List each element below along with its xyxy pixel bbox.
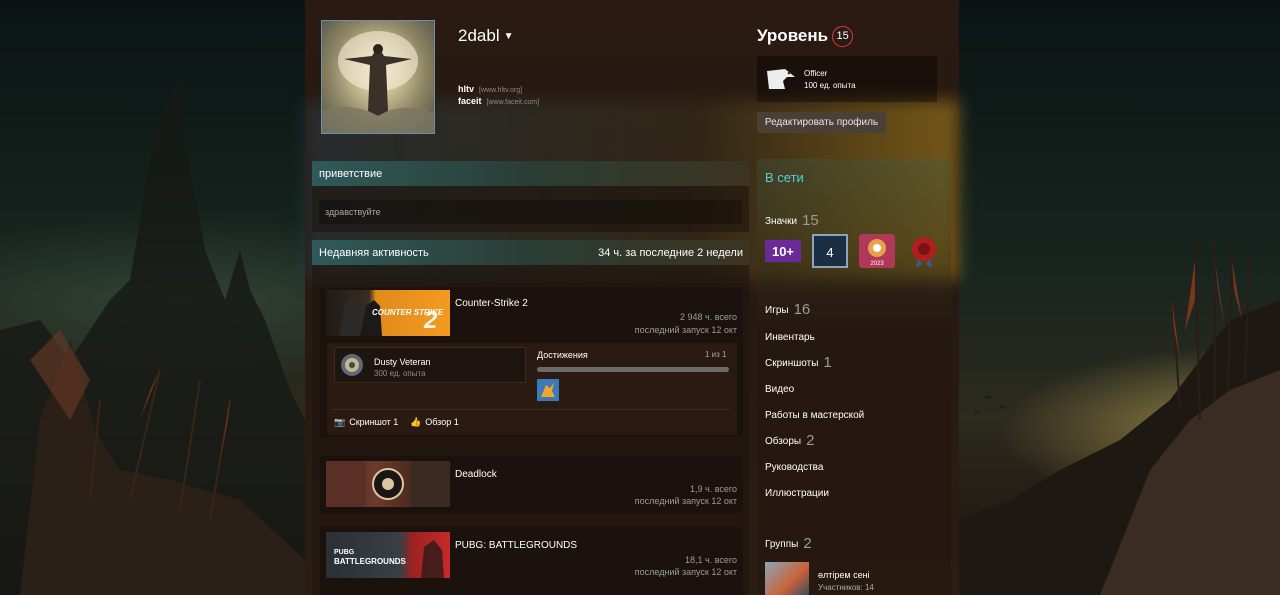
group-name[interactable]: өлтірем сені	[818, 570, 870, 580]
cs2-logo-number: 2	[423, 307, 438, 334]
badge-title: Officer	[804, 69, 828, 78]
game-name[interactable]: Counter-Strike 2	[455, 298, 528, 309]
game-capsule-cs2[interactable]: COUNTER STRIKE 2	[326, 290, 450, 336]
level-label: Уровень	[757, 26, 829, 45]
achievements-progress-bar	[537, 367, 729, 372]
group-avatar[interactable]	[765, 562, 809, 595]
veteran-badge-icon	[341, 354, 363, 376]
achievements-title[interactable]: Достижения	[537, 350, 588, 360]
featured-badge[interactable]: Officer 100 ед. опыта	[757, 56, 937, 102]
game-name[interactable]: Deadlock	[455, 469, 497, 480]
game-hours: 18,1 ч. всего	[685, 555, 737, 565]
divider	[331, 409, 729, 410]
screenshot-link[interactable]: 📷 Скриншот 1	[334, 417, 398, 428]
link-label: faceit	[458, 96, 482, 106]
level-4-icon[interactable]: 4	[812, 234, 848, 268]
thumbs-up-icon: 👍	[410, 417, 422, 427]
game-badge-xp: 300 ед. опыта	[374, 369, 426, 378]
sidebar-item-count: 2	[803, 535, 812, 552]
sidebar-item-workshop[interactable]: Работы в мастерской	[765, 410, 864, 421]
sidebar-item-label: Группы	[765, 539, 799, 550]
group-members: Участников: 14	[818, 583, 874, 592]
activity-header: Недавняя активность 34 ч. за последние 2…	[312, 240, 749, 265]
link-url: [www.faceit.com]	[486, 99, 540, 106]
eagle-icon	[767, 69, 795, 89]
game-last-played: последний запуск 12 окт	[634, 325, 737, 335]
avatar[interactable]	[321, 20, 435, 134]
achievements-count: 1 из 1	[705, 350, 727, 359]
sidebar-item-label: Обзоры	[765, 436, 802, 447]
sidebar-item-label: Видео	[765, 384, 795, 395]
profile-name[interactable]: 2dabl ▼	[458, 26, 514, 46]
game-last-played: последний запуск 12 окт	[634, 567, 737, 577]
sidebar-item-label: Работы в мастерской	[765, 410, 865, 421]
sidebar-item-count: 2	[806, 432, 815, 449]
sidebar-item-guides[interactable]: Руководства	[765, 462, 823, 473]
sidebar-item-inventory[interactable]: Инвентарь	[765, 332, 815, 343]
sidebar-item-label: Руководства	[765, 462, 824, 473]
game-name[interactable]: PUBG: BATTLEGROUNDS	[455, 540, 577, 551]
game-hours: 2 948 ч. всего	[680, 312, 737, 322]
profile-name-text: 2dabl	[458, 26, 500, 45]
sidebar-item-label: Иллюстрации	[765, 488, 829, 499]
sidebar-item-label: Инвентарь	[765, 332, 815, 343]
greeting-title: приветствие	[319, 168, 383, 180]
game-card-deadlock: Deadlock 1,9 ч. всего последний запуск 1…	[320, 456, 743, 513]
link-label: hltv	[458, 84, 475, 94]
game-card-pubg: PUBG BATTLEGROUNDS PUBG: BATTLEGROUNDS 1…	[320, 527, 743, 595]
sidebar-item-label: Значки	[765, 216, 798, 227]
greeting-header: приветствие	[312, 161, 749, 186]
game-badge-name: Dusty Veteran	[374, 357, 431, 367]
level-badge[interactable]: 15	[832, 26, 854, 48]
edit-profile-button[interactable]: Редактировать профиль	[757, 112, 886, 133]
level-heading: Уровень 15	[757, 26, 854, 48]
sidebar-item-reviews[interactable]: Обзоры 2	[765, 432, 814, 449]
sidebar-item-badges[interactable]: Значки 15	[765, 212, 819, 229]
profile-link-hltv[interactable]: hltv [www.hltv.org]	[458, 84, 522, 94]
sidebar-item-artwork[interactable]: Иллюстрации	[765, 488, 829, 499]
review-count: Обзор 1	[425, 417, 459, 427]
activity-title[interactable]: Недавняя активность	[319, 247, 429, 259]
sidebar-item-games[interactable]: Игры 16	[765, 301, 810, 318]
sidebar-item-count: 1	[823, 354, 832, 371]
camera-icon: 📷	[334, 417, 346, 427]
sidebar-item-groups[interactable]: Группы 2	[765, 535, 812, 552]
seal-award-icon[interactable]	[906, 234, 942, 268]
steam-2023-icon[interactable]: 2023	[859, 234, 895, 268]
link-url: [www.hltv.org]	[479, 87, 523, 94]
sidebar-item-label: Игры	[765, 305, 789, 316]
review-link[interactable]: 👍 Обзор 1	[410, 417, 459, 428]
game-last-played: последний запуск 12 окт	[634, 496, 737, 506]
game-capsule-pubg[interactable]: PUBG BATTLEGROUNDS	[326, 532, 450, 578]
achievements-progress-fill	[537, 367, 729, 372]
chevron-down-icon[interactable]: ▼	[504, 31, 514, 42]
steam-2023-text: 2023	[870, 261, 884, 267]
game-hours: 1,9 ч. всего	[690, 484, 737, 494]
activity-summary: 34 ч. за последние 2 недели	[598, 247, 743, 259]
achievement-icon[interactable]	[537, 379, 559, 401]
profile-link-faceit[interactable]: faceit [www.faceit.com]	[458, 96, 539, 106]
sidebar-item-screenshots[interactable]: Скриншоты 1	[765, 354, 832, 371]
level-4-text: 4	[826, 245, 833, 260]
greeting-text: здравствуйте	[319, 200, 742, 224]
game-capsule-deadlock[interactable]	[326, 461, 450, 507]
pubg-logo-big: BATTLEGROUNDS	[334, 557, 407, 566]
sidebar-item-label: Скриншоты	[765, 358, 819, 369]
online-status: В сети	[765, 170, 804, 185]
sidebar-item-count: 16	[793, 301, 811, 318]
sidebar-item-count: 15	[802, 212, 819, 229]
sidebar-item-videos[interactable]: Видео	[765, 384, 794, 395]
pubg-logo-small: PUBG	[334, 549, 355, 556]
years-10-icon[interactable]: 10+	[765, 234, 801, 268]
badge-xp: 100 ед. опыта	[804, 81, 856, 90]
screenshot-count: Скриншот 1	[349, 417, 399, 427]
years-10-text: 10+	[772, 244, 794, 259]
game-badge[interactable]: Dusty Veteran 300 ед. опыта	[334, 347, 526, 383]
